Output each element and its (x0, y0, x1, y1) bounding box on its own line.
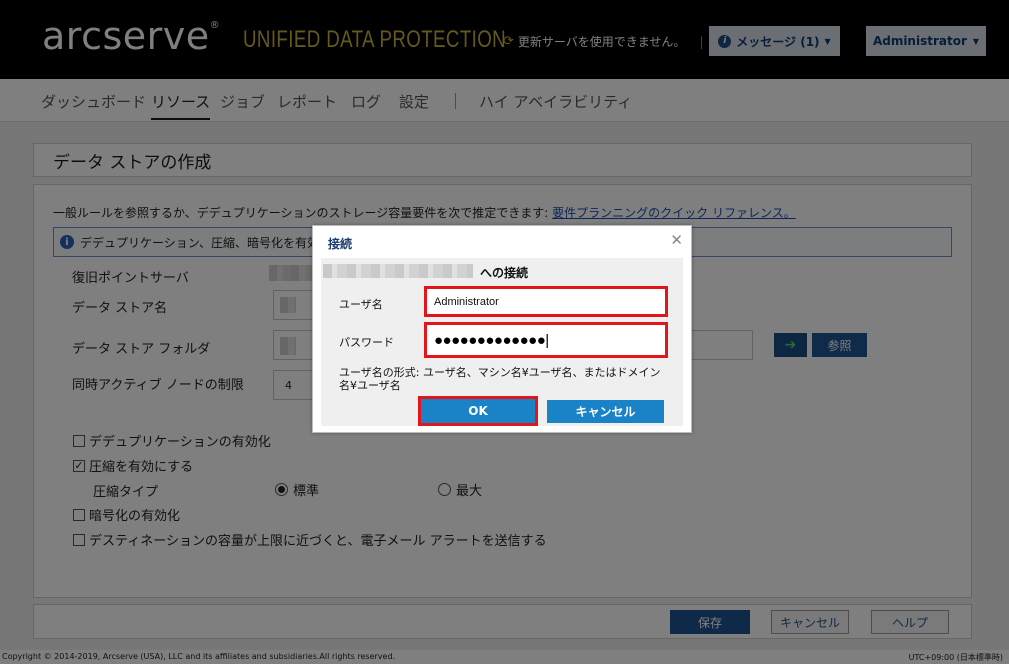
password-input[interactable]: ●●●●●●●●●●●●●| (430, 328, 662, 352)
ok-button[interactable]: OK (421, 399, 535, 423)
password-label: パスワード (339, 336, 394, 349)
username-input[interactable] (430, 292, 662, 311)
username-format-hint: ユーザ名の形式: ユーザ名、マシン名¥ユーザ名、またはドメイン名¥ユーザ名 (339, 366, 661, 392)
password-field-highlight: ●●●●●●●●●●●●●| (424, 322, 668, 358)
app-window: arcserve® UNIFIED DATA PROTECTION ⟳ 更新サー… (0, 0, 1009, 664)
connect-to-label: への接続 (480, 266, 529, 280)
dialog-title: 接続 (328, 237, 353, 251)
dialog-header: 接続 ✕ (313, 226, 691, 258)
server-name-redacted (323, 264, 473, 278)
username-field-highlight (424, 286, 668, 317)
username-label: ユーザ名 (339, 298, 383, 311)
dialog-cancel-button[interactable]: キャンセル (547, 400, 664, 423)
close-icon[interactable]: ✕ (670, 231, 683, 249)
